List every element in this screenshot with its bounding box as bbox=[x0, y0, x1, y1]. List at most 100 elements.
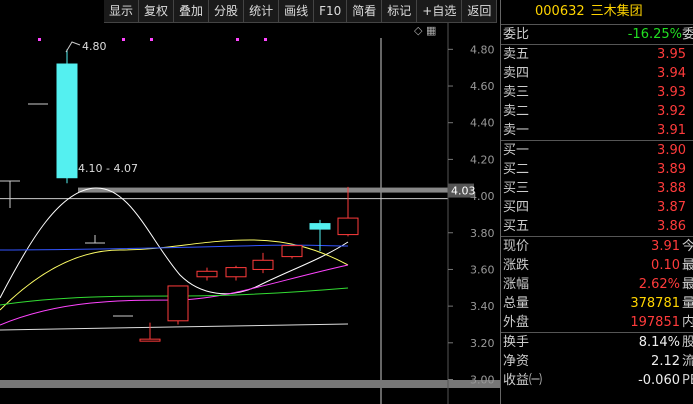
bid-label: 买三 bbox=[503, 181, 530, 196]
toolbar-draw-button[interactable]: 画线 bbox=[279, 0, 315, 22]
stat-value: 0.10 bbox=[651, 258, 680, 273]
price-axis-label: 3.40 bbox=[470, 300, 495, 313]
stat-extra: 最 bbox=[682, 275, 693, 294]
high-pointer bbox=[65, 41, 81, 53]
fin-label: 收益㈠ bbox=[503, 373, 543, 388]
weibi-row: 委比 -16.25% 委 bbox=[501, 25, 693, 44]
high-price-label: 4.80 bbox=[82, 40, 107, 53]
bid-row: 买二 3.89 bbox=[501, 160, 693, 179]
candle-body bbox=[139, 338, 161, 342]
chart-toolbar: 显示 复权 叠加 分股 统计 画线 F10 简看 标记 +自选 返回 bbox=[104, 0, 498, 23]
candle-body bbox=[196, 270, 218, 278]
stat-label: 外盘 bbox=[503, 315, 530, 330]
stat-label: 总量 bbox=[503, 296, 530, 311]
candle-body bbox=[309, 223, 331, 230]
bid-price: 3.90 bbox=[657, 143, 686, 158]
kline-chart-area[interactable]: 4.80 4.10 - 4.07 4.80 4.60 4.40 4.20 4.00 3.80… bbox=[0, 0, 500, 404]
ask-label: 卖一 bbox=[503, 123, 530, 138]
diamond-icon[interactable]: ◇ bbox=[414, 24, 422, 37]
toolbar-f10-button[interactable]: F10 bbox=[314, 0, 348, 22]
price-axis-label: 3.80 bbox=[470, 227, 495, 240]
grid-icon[interactable]: ▦ bbox=[426, 24, 436, 37]
price-axis-label: 3.00 bbox=[470, 373, 495, 386]
weibi-extra: 委 bbox=[682, 25, 693, 44]
ask-row: 卖二 3.92 bbox=[501, 102, 693, 121]
event-dot bbox=[38, 38, 41, 41]
stat-value: 3.91 bbox=[651, 239, 680, 254]
kline-chart[interactable]: 4.804.10 - 4.07 4.804.604.404.204.003.80… bbox=[0, 0, 500, 404]
low-price-label: 4.10 - 4.07 bbox=[78, 162, 138, 175]
price-axis-label: 4.60 bbox=[470, 80, 495, 93]
stat-row: 涨幅 2.62%最 bbox=[501, 275, 693, 294]
event-dot bbox=[236, 38, 239, 41]
toolbar-stats-button[interactable]: 统计 bbox=[244, 0, 280, 22]
ask-price: 3.95 bbox=[657, 47, 686, 62]
ask-label: 卖四 bbox=[503, 66, 530, 81]
price-marker-band bbox=[78, 187, 448, 193]
stat-value: 2.62% bbox=[638, 277, 680, 292]
ask-price: 3.92 bbox=[657, 104, 686, 119]
toolbar-add-watchlist-button[interactable]: +自选 bbox=[417, 0, 463, 22]
stat-row: 总量 378781量 bbox=[501, 294, 693, 313]
fin-list: 换手 8.14%股 净资 2.12流 收益㈠ -0.060PE bbox=[501, 333, 693, 390]
fin-value: 2.12 bbox=[651, 354, 680, 369]
toolbar-split-button[interactable]: 分股 bbox=[209, 0, 245, 22]
ask-price: 3.91 bbox=[657, 123, 686, 138]
candle-body bbox=[337, 217, 359, 236]
event-dot bbox=[150, 38, 153, 41]
bid-price: 3.89 bbox=[657, 162, 686, 177]
stat-label: 涨幅 bbox=[503, 277, 530, 292]
ask-label: 卖五 bbox=[503, 47, 530, 62]
candle-body bbox=[56, 63, 78, 179]
bid-label: 买四 bbox=[503, 200, 530, 215]
fin-row: 换手 8.14%股 bbox=[501, 333, 693, 352]
ask-list: 卖五 3.95 卖四 3.94 卖三 3.93 卖二 3.92 卖一 3.91 bbox=[501, 45, 693, 140]
toolbar-mark-button[interactable]: 标记 bbox=[382, 0, 418, 22]
weibi-label: 委比 bbox=[503, 27, 530, 42]
stat-row: 外盘 197851内 bbox=[501, 313, 693, 332]
stat-value: 197851 bbox=[630, 315, 680, 330]
stat-value: 378781 bbox=[630, 296, 680, 311]
bid-list: 买一 3.90 买二 3.89 买三 3.88 买四 3.87 买五 3.86 bbox=[501, 141, 693, 236]
ask-label: 卖二 bbox=[503, 104, 530, 119]
stock-name: 三木集团 bbox=[590, 4, 643, 19]
toolbar-adjust-button[interactable]: 复权 bbox=[139, 0, 175, 22]
toolbar-display-button[interactable]: 显示 bbox=[104, 0, 140, 22]
candle-body bbox=[167, 285, 189, 322]
candle-body bbox=[281, 245, 303, 258]
bid-price: 3.88 bbox=[657, 181, 686, 196]
candle-body bbox=[225, 267, 247, 278]
bid-row: 买一 3.90 bbox=[501, 141, 693, 160]
bid-label: 买五 bbox=[503, 219, 530, 234]
fin-value: 8.14% bbox=[638, 335, 680, 350]
stat-extra: 今 bbox=[682, 237, 693, 256]
price-marker-label: 4.03 bbox=[451, 185, 476, 198]
toolbar-quickview-button[interactable]: 简看 bbox=[347, 0, 383, 22]
stock-code: 000632 bbox=[535, 4, 585, 19]
fin-label: 换手 bbox=[503, 335, 530, 350]
stats-list: 现价 3.91今 涨跌 0.10最 涨幅 2.62%最 总量 378781量 外盘 197… bbox=[501, 237, 693, 332]
fin-label: 净资 bbox=[503, 354, 530, 369]
stat-row: 涨跌 0.10最 bbox=[501, 256, 693, 275]
fin-row: 收益㈠ -0.060PE bbox=[501, 371, 693, 390]
ask-label: 卖三 bbox=[503, 85, 530, 100]
price-axis-label: 3.20 bbox=[470, 337, 495, 350]
ask-row: 卖四 3.94 bbox=[501, 64, 693, 83]
ma120-line bbox=[0, 323, 349, 331]
stat-label: 涨跌 bbox=[503, 258, 530, 273]
fin-value: -0.060 bbox=[638, 373, 680, 388]
price-axis-label: 4.20 bbox=[470, 153, 495, 166]
bid-label: 买二 bbox=[503, 162, 530, 177]
bid-label: 买一 bbox=[503, 143, 530, 158]
fin-row: 净资 2.12流 bbox=[501, 352, 693, 371]
bid-price: 3.86 bbox=[657, 219, 686, 234]
quote-panel: 000632 三木集团 委比 -16.25% 委 卖五 3.95 卖四 3.94 卖三… bbox=[500, 0, 693, 404]
toolbar-back-button[interactable]: 返回 bbox=[462, 0, 498, 22]
candle-body bbox=[252, 259, 274, 270]
stat-extra: 量 bbox=[682, 294, 693, 313]
stat-label: 现价 bbox=[503, 239, 530, 254]
toolbar-overlay-button[interactable]: 叠加 bbox=[174, 0, 210, 22]
ask-row: 卖一 3.91 bbox=[501, 121, 693, 140]
ask-row: 卖五 3.95 bbox=[501, 45, 693, 64]
chart-corner-icons: ◇ ▦ bbox=[414, 24, 436, 37]
